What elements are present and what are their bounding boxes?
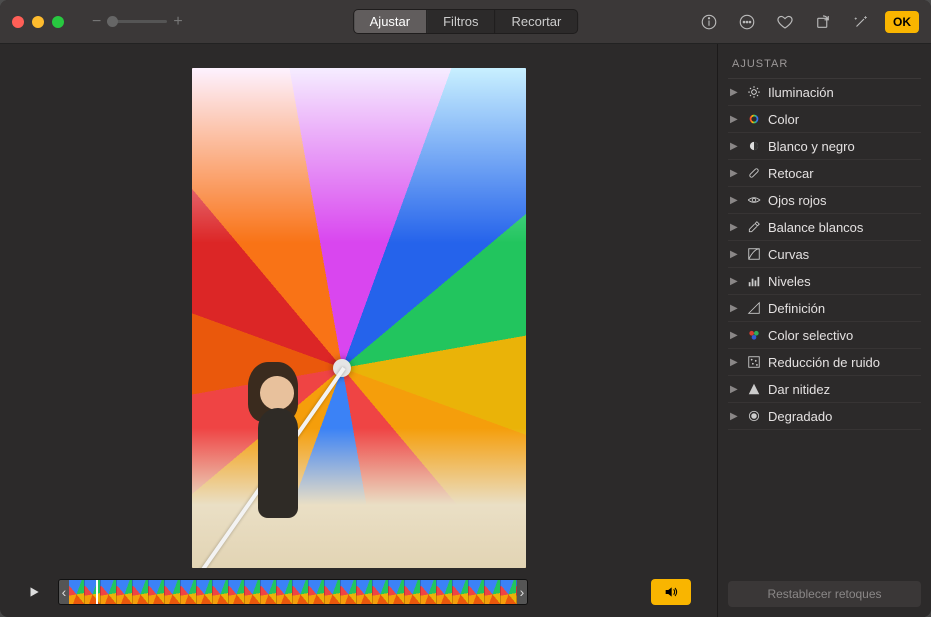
adjust-label: Curvas — [768, 247, 809, 262]
minimize-window-button[interactable] — [32, 16, 44, 28]
adjust-label: Niveles — [768, 274, 811, 289]
chevron-right-icon: ▶ — [730, 411, 740, 422]
tab-filters[interactable]: Filtros — [427, 10, 495, 33]
zoom-plus-icon: + — [173, 13, 182, 31]
adjust-retouch[interactable]: ▶ Retocar — [728, 160, 921, 187]
adjust-light[interactable]: ▶ Iluminación — [728, 79, 921, 106]
light-icon — [746, 84, 762, 100]
adjust-redeye[interactable]: ▶ Ojos rojos — [728, 187, 921, 214]
edit-mode-tabs: Ajustar Filtros Recortar — [353, 9, 579, 34]
eye-icon — [746, 192, 762, 208]
adjust-label: Balance blancos — [768, 220, 863, 235]
photo[interactable] — [192, 68, 526, 568]
zoom-knob[interactable] — [107, 16, 118, 27]
adjustment-list: ▶ Iluminación ▶ Color ▶ Blanco y negro ▶ — [728, 79, 921, 430]
zoom-slider[interactable]: − + — [92, 13, 183, 31]
adjust-white-balance[interactable]: ▶ Balance blancos — [728, 214, 921, 241]
adjust-label: Retocar — [768, 166, 814, 181]
chevron-right-icon: ▶ — [730, 384, 740, 395]
video-controls: ‹ › — [0, 579, 717, 609]
zoom-track[interactable] — [107, 20, 167, 23]
zoom-minus-icon: − — [92, 13, 101, 31]
chevron-right-icon: ▶ — [730, 87, 740, 98]
chevron-right-icon: ▶ — [730, 276, 740, 287]
levels-icon — [746, 273, 762, 289]
color-icon — [746, 111, 762, 127]
sound-button[interactable] — [651, 579, 691, 605]
chevron-right-icon: ▶ — [730, 195, 740, 206]
chevron-right-icon: ▶ — [730, 330, 740, 341]
bandage-icon — [746, 165, 762, 181]
editor-body: ‹ › — [0, 44, 931, 617]
adjust-curves[interactable]: ▶ Curvas — [728, 241, 921, 268]
window-controls — [12, 16, 64, 28]
done-button[interactable]: OK — [885, 11, 919, 33]
photo-viewport — [0, 56, 717, 579]
play-button[interactable] — [20, 581, 48, 603]
adjust-label: Dar nitidez — [768, 382, 830, 397]
timeline-scrubber[interactable]: ‹ › — [58, 579, 528, 605]
adjust-sharpen[interactable]: ▶ Dar nitidez — [728, 376, 921, 403]
adjust-label: Color — [768, 112, 799, 127]
fullscreen-window-button[interactable] — [52, 16, 64, 28]
chevron-right-icon: ▶ — [730, 303, 740, 314]
more-icon[interactable] — [733, 10, 761, 34]
reset-adjustments-button[interactable]: Restablecer retoques — [728, 581, 921, 607]
definition-icon — [746, 300, 762, 316]
adjust-label: Blanco y negro — [768, 139, 855, 154]
chevron-right-icon: ▶ — [730, 141, 740, 152]
bw-icon — [746, 138, 762, 154]
adjust-label: Iluminación — [768, 85, 834, 100]
adjust-label: Reducción de ruido — [768, 355, 880, 370]
photos-edit-window: − + Ajustar Filtros Recortar — [0, 0, 931, 617]
adjust-definition[interactable]: ▶ Definición — [728, 295, 921, 322]
adjust-sidebar: AJUSTAR ▶ Iluminación ▶ Color ▶ Blanco y… — [717, 44, 931, 617]
rotate-icon[interactable] — [809, 10, 837, 34]
auto-enhance-icon[interactable] — [847, 10, 875, 34]
adjust-noise-reduction[interactable]: ▶ Reducción de ruido — [728, 349, 921, 376]
adjust-label: Color selectivo — [768, 328, 853, 343]
toolbar-right: OK — [695, 10, 919, 34]
selective-color-icon — [746, 327, 762, 343]
chevron-right-icon: ▶ — [730, 249, 740, 260]
adjust-bw[interactable]: ▶ Blanco y negro — [728, 133, 921, 160]
sharpen-icon — [746, 381, 762, 397]
chevron-right-icon: ▶ — [730, 357, 740, 368]
adjust-vignette[interactable]: ▶ Degradado — [728, 403, 921, 430]
eyedropper-icon — [746, 219, 762, 235]
tab-crop[interactable]: Recortar — [496, 10, 578, 33]
titlebar: − + Ajustar Filtros Recortar — [0, 0, 931, 44]
adjust-levels[interactable]: ▶ Niveles — [728, 268, 921, 295]
chevron-right-icon: ▶ — [730, 168, 740, 179]
adjust-label: Ojos rojos — [768, 193, 827, 208]
timeline-frames — [69, 580, 517, 604]
tab-adjust[interactable]: Ajustar — [354, 10, 427, 33]
close-window-button[interactable] — [12, 16, 24, 28]
adjust-selective-color[interactable]: ▶ Color selectivo — [728, 322, 921, 349]
info-icon[interactable] — [695, 10, 723, 34]
noise-icon — [746, 354, 762, 370]
canvas-area: ‹ › — [0, 44, 717, 617]
adjust-color[interactable]: ▶ Color — [728, 106, 921, 133]
chevron-right-icon: ▶ — [730, 222, 740, 233]
trim-start-handle[interactable]: ‹ — [59, 580, 69, 604]
trim-end-handle[interactable]: › — [517, 580, 527, 604]
chevron-right-icon: ▶ — [730, 114, 740, 125]
playhead[interactable] — [96, 579, 98, 605]
vignette-icon — [746, 408, 762, 424]
adjust-label: Definición — [768, 301, 825, 316]
adjust-label: Degradado — [768, 409, 832, 424]
favorite-icon[interactable] — [771, 10, 799, 34]
curves-icon — [746, 246, 762, 262]
sidebar-header: AJUSTAR — [728, 52, 921, 79]
